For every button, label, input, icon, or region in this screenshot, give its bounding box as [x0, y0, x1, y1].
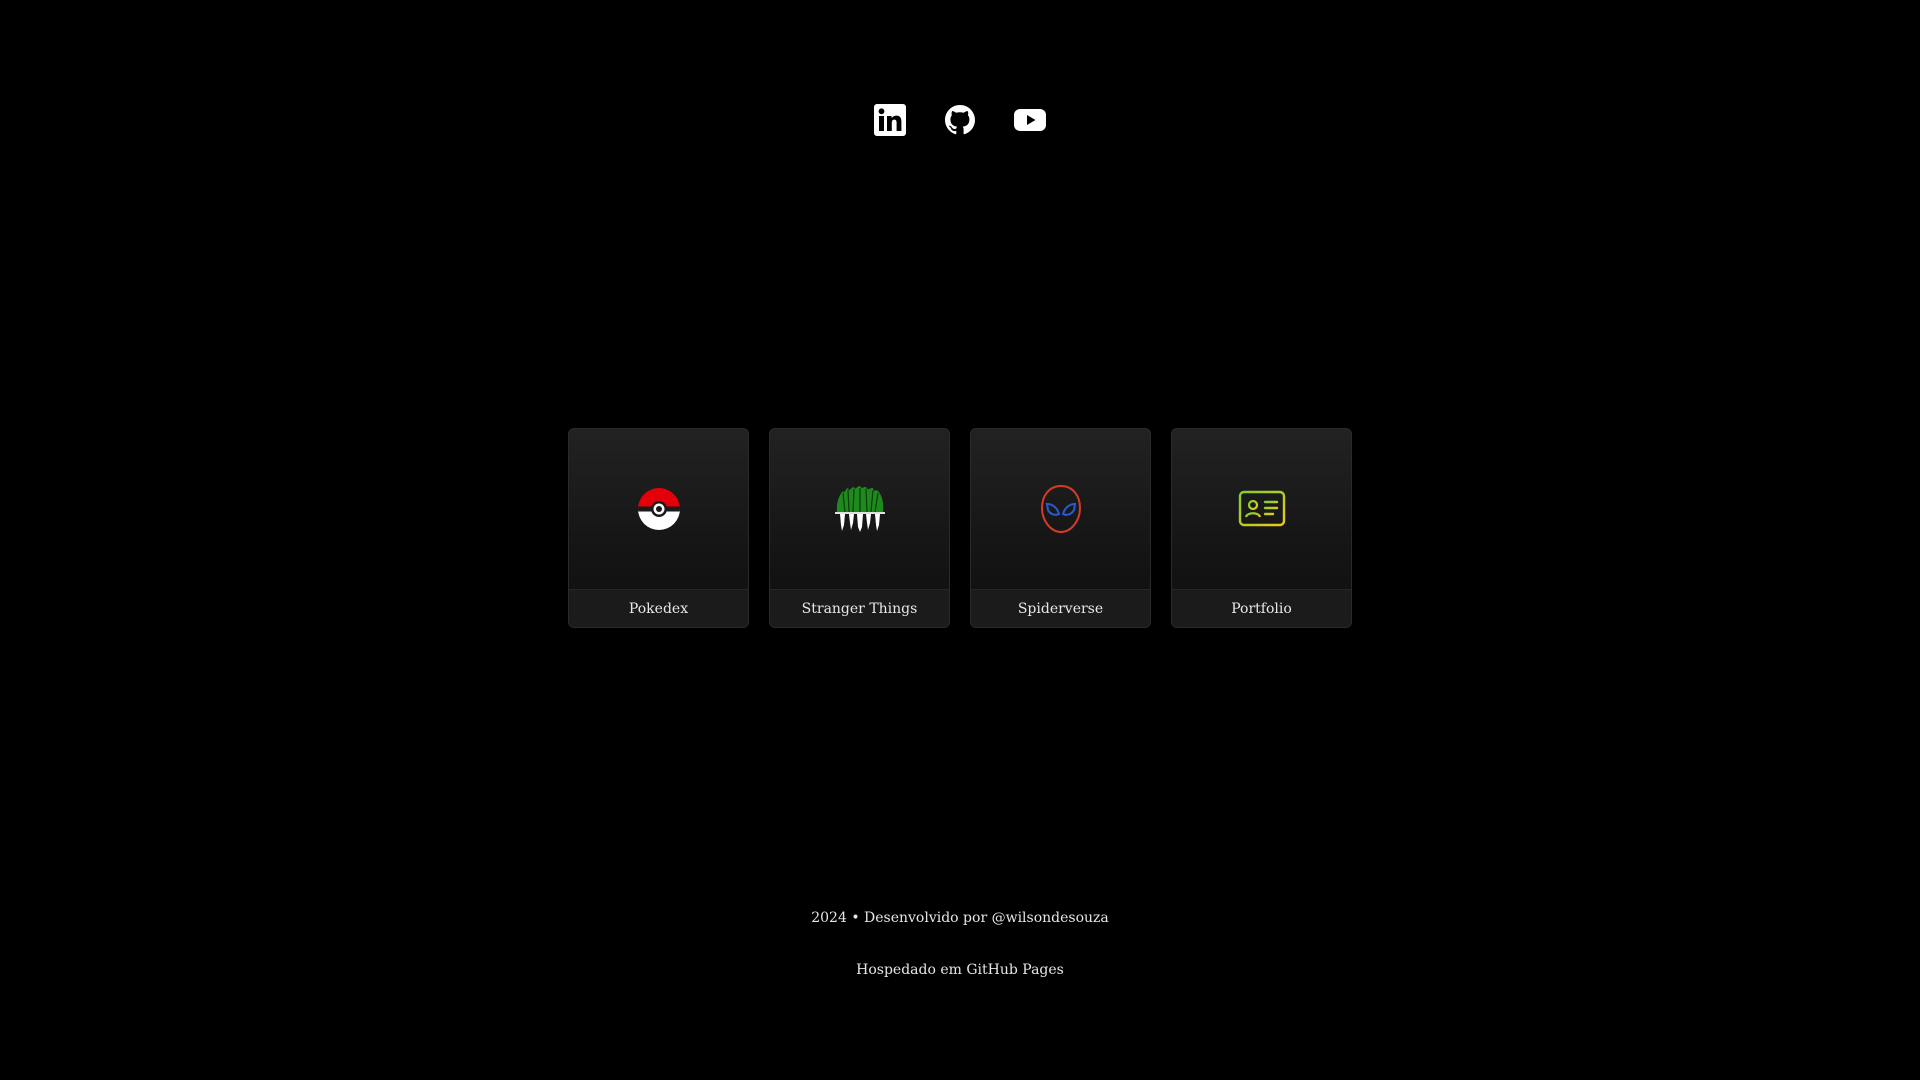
- pokeball-icon: [637, 488, 680, 530]
- footer-hosting: Hospedado em GitHub Pages: [856, 962, 1064, 978]
- github-icon: [945, 105, 975, 135]
- card-label-portfolio: Portfolio: [1172, 589, 1351, 627]
- spider-mask-icon: [1040, 484, 1081, 534]
- linkedin-icon: [874, 104, 906, 136]
- github-link[interactable]: [944, 104, 976, 136]
- page: Pokedex Stranger Things Spiderverse Port…: [0, 0, 1920, 1080]
- linkedin-link[interactable]: [874, 104, 906, 136]
- card-stranger-things[interactable]: Stranger Things: [769, 428, 950, 628]
- card-label-stranger-things: Stranger Things: [770, 589, 949, 627]
- footer-credits: 2024 • Desenvolvido por @wilsondesouza: [811, 910, 1109, 926]
- card-label-pokedex: Pokedex: [569, 589, 748, 627]
- card-portfolio[interactable]: Portfolio: [1171, 428, 1352, 628]
- card-pokedex[interactable]: Pokedex: [568, 428, 749, 628]
- card-spiderverse[interactable]: Spiderverse: [970, 428, 1151, 628]
- youtube-link[interactable]: [1014, 104, 1046, 136]
- card-label-spiderverse: Spiderverse: [971, 589, 1150, 627]
- social-links: [0, 104, 1920, 136]
- stranger-things-icon: [834, 486, 885, 532]
- project-cards: Pokedex Stranger Things Spiderverse Port…: [0, 428, 1920, 628]
- id-card-icon: [1238, 490, 1285, 527]
- youtube-icon: [1014, 109, 1046, 131]
